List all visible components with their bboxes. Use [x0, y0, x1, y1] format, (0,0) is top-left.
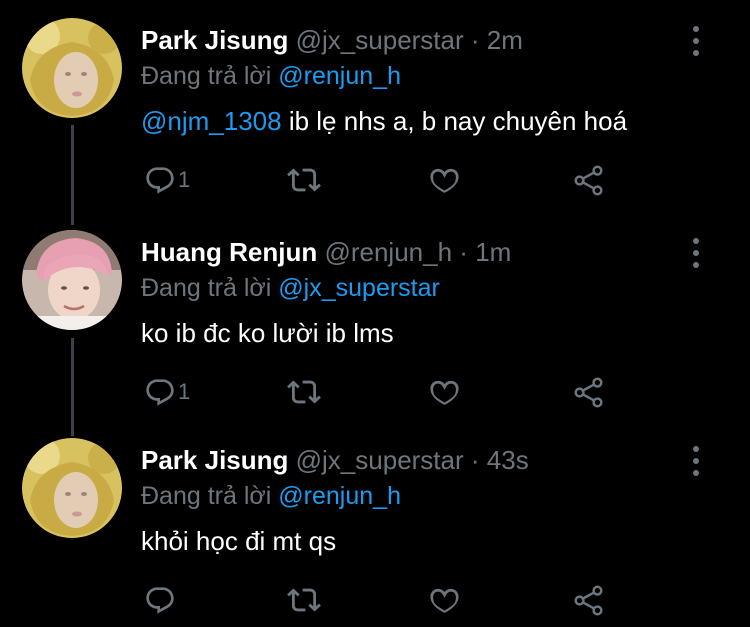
reply-icon: [144, 376, 176, 408]
more-icon[interactable]: [686, 26, 706, 56]
like-icon: [428, 376, 461, 409]
avatar[interactable]: [22, 230, 122, 330]
like-icon: [428, 164, 461, 197]
like-button[interactable]: [428, 164, 461, 196]
reply-icon: [144, 164, 176, 196]
replying-prefix: Đang trả lời: [141, 274, 272, 302]
tweet-body: ko ib đc ko lười ib lms: [141, 318, 394, 348]
replying-to: Đang trả lời @renjun_h: [141, 60, 401, 92]
tweet[interactable]: Park Jisung @jx_superstar · 2m Đang trả …: [0, 0, 750, 210]
author-handle[interactable]: @jx_superstar: [296, 25, 464, 55]
author-name[interactable]: Park Jisung: [141, 445, 288, 475]
replying-to-link[interactable]: @renjun_h: [278, 62, 401, 90]
more-icon[interactable]: [686, 238, 706, 268]
share-icon: [572, 584, 605, 617]
tweet[interactable]: Park Jisung @jx_superstar · 43s Đang trả…: [0, 420, 750, 627]
author-name[interactable]: Park Jisung: [141, 25, 288, 55]
mention-link[interactable]: @njm_1308: [141, 106, 282, 136]
replying-to: Đang trả lời @jx_superstar: [141, 272, 440, 304]
replying-to: Đang trả lời @renjun_h: [141, 480, 401, 512]
like-icon: [428, 584, 461, 617]
tweet-text: khỏi học đi mt qs: [141, 524, 336, 558]
author-handle[interactable]: @renjun_h: [324, 237, 452, 267]
replying-to-link[interactable]: @renjun_h: [278, 482, 401, 510]
timestamp[interactable]: 1m: [475, 237, 511, 267]
reply-button[interactable]: [144, 584, 178, 616]
tweet-body: ib lẹ nhs a, b nay chuyên hoá: [281, 106, 628, 136]
share-button[interactable]: [572, 584, 605, 616]
retweet-icon: [287, 163, 321, 197]
separator-dot: ·: [470, 25, 480, 55]
timestamp[interactable]: 2m: [487, 25, 523, 55]
separator-dot: ·: [459, 237, 468, 267]
retweet-button[interactable]: [287, 376, 321, 408]
retweet-button[interactable]: [287, 164, 321, 196]
tweet-header: Park Jisung @jx_superstar · 43s: [141, 444, 529, 476]
avatar-yellow-hood-icon: [22, 438, 122, 538]
reply-button[interactable]: 1: [144, 164, 190, 196]
reply-count: 1: [178, 167, 191, 192]
share-icon: [572, 164, 605, 197]
tweet[interactable]: Huang Renjun @renjun_h · 1m Đang trả lời…: [0, 212, 750, 422]
share-button[interactable]: [572, 164, 605, 196]
replying-prefix: Đang trả lời: [141, 62, 272, 90]
timestamp[interactable]: 43s: [487, 445, 529, 475]
retweet-icon: [287, 375, 321, 409]
avatar[interactable]: [22, 18, 122, 118]
reply-icon: [144, 584, 176, 616]
separator-dot: ·: [470, 445, 480, 475]
replying-prefix: Đang trả lời: [141, 482, 272, 510]
like-button[interactable]: [428, 584, 461, 616]
share-icon: [572, 376, 605, 409]
avatar-yellow-hood-icon: [22, 18, 122, 118]
more-icon[interactable]: [686, 446, 706, 476]
tweet-header: Huang Renjun @renjun_h · 1m: [141, 236, 511, 268]
avatar[interactable]: [22, 438, 122, 538]
tweet-text: ko ib đc ko lười ib lms: [141, 316, 394, 350]
like-button[interactable]: [428, 376, 461, 408]
replying-to-link[interactable]: @jx_superstar: [278, 274, 440, 302]
reply-thread: Park Jisung @jx_superstar · 2m Đang trả …: [0, 0, 750, 627]
share-button[interactable]: [572, 376, 605, 408]
author-handle[interactable]: @jx_superstar: [296, 445, 464, 475]
tweet-header: Park Jisung @jx_superstar · 2m: [141, 24, 523, 56]
author-name[interactable]: Huang Renjun: [141, 237, 317, 267]
reply-button[interactable]: 1: [144, 376, 190, 408]
tweet-text: @njm_1308 ib lẹ nhs a, b nay chuyên hoá: [141, 104, 627, 138]
tweet-body: khỏi học đi mt qs: [141, 526, 337, 556]
retweet-icon: [287, 583, 321, 617]
reply-count: 1: [178, 379, 191, 404]
retweet-button[interactable]: [287, 584, 321, 616]
avatar-pink-hair-icon: [22, 230, 122, 330]
